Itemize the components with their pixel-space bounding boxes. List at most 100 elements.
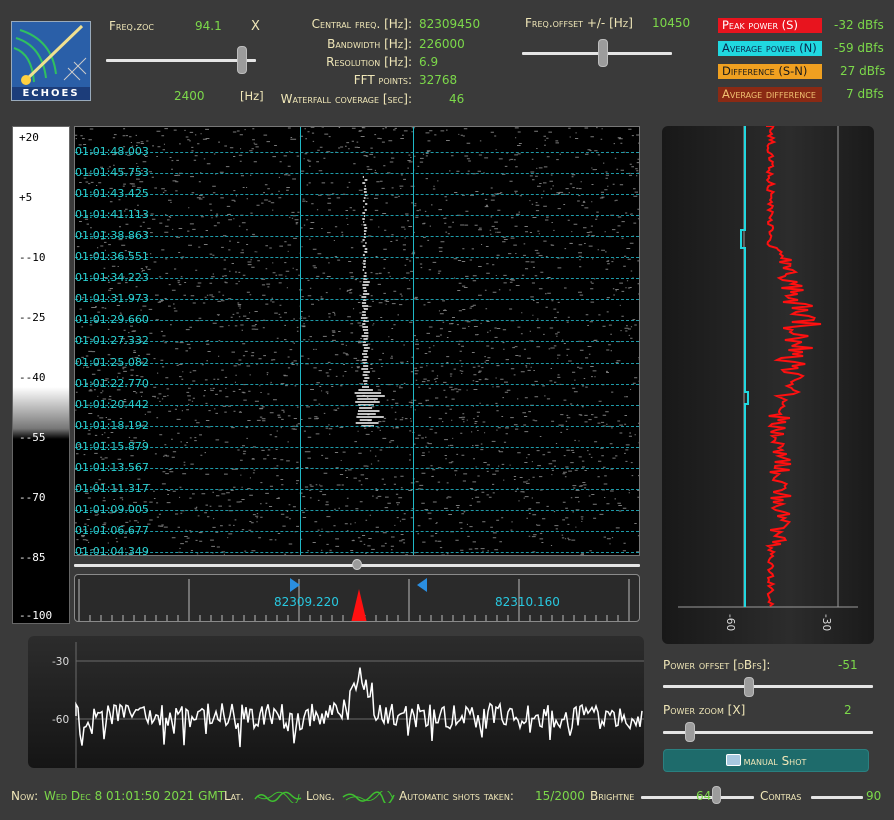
waterfall-time-label: 01:01:41.113: [75, 208, 149, 222]
waterfall-time-label: 01:01:20.442: [75, 397, 149, 411]
spectrum-trace: [75, 667, 643, 748]
antenna-icon: [13, 24, 87, 85]
waterfall-time-label: 01:01:18.192: [75, 418, 149, 432]
power-zoom-label: Power zoom [X]: [663, 703, 746, 717]
manual-shot-button[interactable]: manual Shot: [663, 749, 869, 772]
latitude-scribble-icon: [254, 791, 302, 803]
waterfall-time-label: 01:01:43.425: [75, 187, 149, 201]
average-power-badge: Average power (N): [718, 41, 822, 56]
waterfall-time-label: 01:01:29.660: [75, 313, 149, 327]
waterfall-gridline: [75, 446, 639, 448]
power-zoom-slider-thumb[interactable]: [685, 722, 695, 742]
freq-zoom-range-value: 2400: [174, 89, 205, 103]
waterfall-gridline: [75, 383, 639, 385]
waterfall-time-label: 01:01:06.677: [75, 523, 149, 537]
waterfall-gridline: [75, 551, 639, 553]
freq-offset-value: 10450: [652, 16, 691, 30]
brightness-slider-thumb[interactable]: [712, 786, 721, 804]
bandwidth-value: 226000: [419, 37, 465, 51]
waterfall-gridline: [75, 173, 639, 175]
freq-label-left: 82309.220: [274, 595, 339, 609]
waterfall-gridline: [75, 278, 639, 280]
scale-label: --55: [19, 431, 46, 444]
fft-points-value: 32768: [419, 73, 458, 87]
scale-label: --10: [19, 251, 46, 264]
waterfall-gridline: [75, 341, 639, 343]
center-freq-marker-icon: [351, 589, 367, 621]
automatic-shots-value: 15/2000: [535, 789, 585, 803]
power-color-scale: +20 +5 --10 --25 --40 --55 --70 --85 --1…: [12, 126, 70, 624]
power-offset-label: Power offset [dBfs]:: [663, 658, 771, 672]
waterfall-gridline: [75, 299, 639, 301]
spectrum-label-bottom: -60: [52, 714, 70, 726]
freq-zoom-label: Freq.zoc: [109, 19, 154, 33]
average-difference-value: 7 dBfs: [846, 87, 884, 101]
power-offset-slider-track[interactable]: [663, 685, 873, 688]
waterfall-time-label: 01:01:38.863: [75, 229, 149, 243]
average-power-value: -59 dBfs: [834, 41, 884, 55]
scale-label: +20: [19, 131, 39, 144]
right-bound-marker-icon[interactable]: [416, 577, 428, 593]
spectrum-label-top: -30: [52, 656, 70, 668]
contrast-label: Contras: [760, 789, 802, 803]
freq-offset-slider-track[interactable]: [522, 52, 672, 55]
automatic-shots-label: Automatic shots taken:: [399, 789, 514, 803]
resolution-label: Resolution [Hz]:: [326, 55, 412, 69]
waterfall-time-label: 01:01:36.551: [75, 250, 149, 264]
contrast-slider-track[interactable]: [811, 796, 863, 799]
waterfall-time-label: 01:01:34.223: [75, 271, 149, 285]
waterfall-time-label: 01:01:04.349: [75, 544, 149, 556]
waterfall-gridline: [75, 509, 639, 511]
fft-points-label: FFT points:: [353, 73, 412, 87]
waterfall-gridline: [75, 425, 639, 427]
waterfall-time-label: 01:01:11.317: [75, 481, 149, 495]
waterfall-gridline: [75, 257, 639, 259]
waterfall-time-label: 01:01:48.003: [75, 145, 149, 158]
freq-zoom-slider-thumb[interactable]: [237, 46, 247, 74]
contrast-value: 90: [866, 789, 882, 803]
peak-power-badge: Peak power (S): [718, 18, 822, 33]
brightness-label: Brightne: [590, 789, 635, 803]
power-history-panel: -60 -30: [662, 126, 874, 644]
freq-offset-slider-thumb[interactable]: [598, 39, 608, 67]
freq-zoom-slider-track[interactable]: [106, 59, 256, 62]
manual-shot-label: manual Shot: [743, 754, 807, 768]
power-zoom-value: 2: [844, 703, 852, 717]
waterfall-gridline: [75, 404, 639, 406]
power-offset-value: -51: [838, 658, 858, 672]
waterfall-gridline: [75, 530, 639, 532]
spectrum-plot: -30 -60: [28, 636, 644, 768]
long-label: Long.: [306, 789, 335, 803]
frequency-scale[interactable]: 82309.220 82310.160: [74, 574, 640, 622]
waterfall-time-label: 01:01:45.753: [75, 166, 149, 180]
central-freq-value: 82309450: [419, 17, 481, 31]
freq-offset-label: Freq.offset +/- [Hz]: [525, 16, 633, 30]
scale-label: --100: [19, 609, 53, 622]
power-panel-grid: [678, 126, 858, 608]
left-bound-marker-icon[interactable]: [289, 577, 301, 593]
scale-label: --85: [19, 551, 46, 564]
resolution-value: 6.9: [419, 55, 439, 69]
power-offset-slider-thumb[interactable]: [744, 677, 754, 697]
waterfall-time-label: 01:01:31.973: [75, 292, 149, 306]
waterfall-gridline: [75, 152, 639, 153]
waterfall-gridline: [75, 467, 639, 469]
scale-label: +5: [19, 191, 33, 204]
waterfall-time-label: 01:01:09.005: [75, 502, 149, 516]
waterfall-time-label: 01:01:13.567: [75, 460, 149, 474]
waterfall-time-label: 01:01:15.879: [75, 439, 149, 453]
scale-label: --40: [19, 371, 46, 384]
waterfall-gridline: [75, 362, 639, 364]
waterfall-scroll-thumb[interactable]: [352, 559, 362, 570]
echoes-logo: ECHOES: [11, 21, 91, 101]
peak-power-trace: [765, 126, 822, 607]
waterfall-coverage-label: Waterfall coverage [sec]:: [280, 92, 412, 106]
waterfall-display[interactable]: 01:01:48.003 01:01:45.753 01:01:43.425 01:0…: [74, 126, 640, 556]
waterfall-gridline: [75, 236, 639, 238]
now-label: Now:: [11, 789, 39, 803]
brightness-value: 64: [696, 789, 712, 803]
waterfall-gridline: [75, 215, 639, 217]
spectrum-grid: [75, 642, 644, 768]
waterfall-time-label: 01:01:25.082: [75, 355, 149, 369]
waterfall-gridline: [75, 194, 639, 196]
